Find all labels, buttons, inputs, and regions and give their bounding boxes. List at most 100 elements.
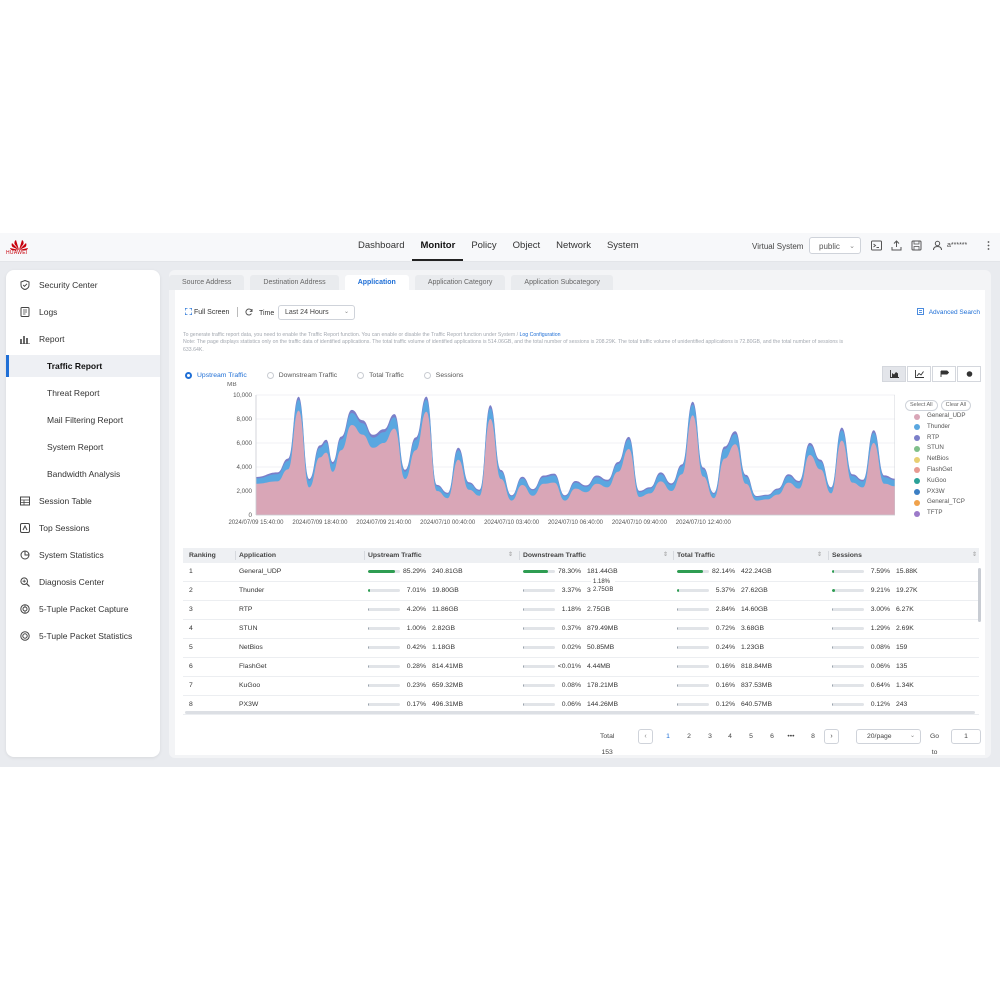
sess-percent: 9.21%	[870, 587, 890, 594]
page-6[interactable]: 6	[768, 729, 776, 745]
save-icon[interactable]	[911, 240, 922, 251]
percent-bar	[832, 570, 864, 573]
upload-icon[interactable]	[891, 240, 902, 251]
tab-source-address[interactable]: Source Address	[169, 275, 245, 290]
time-range-select[interactable]: Last 24 Hours ⌄	[278, 305, 355, 320]
nav-network[interactable]: Network	[548, 233, 599, 259]
sidebar-item-system-report[interactable]: System Report	[6, 436, 160, 458]
column-header-downstream-traffic[interactable]: Downstream Traffic	[523, 548, 586, 563]
sidebar-item-5-tuple-packet-capture[interactable]: 5-Tuple Packet Capture	[6, 598, 160, 620]
tab-application[interactable]: Application	[344, 275, 409, 290]
vertical-scrollbar[interactable]	[978, 568, 981, 622]
percent-bar-fill	[677, 570, 704, 573]
radio-upstream-traffic[interactable]: Upstream Traffic	[185, 370, 247, 380]
radio-total-traffic[interactable]: Total Traffic	[357, 370, 404, 380]
column-header-sessions[interactable]: Sessions	[832, 548, 862, 563]
table-row[interactable]: 4 STUN 1.00% 2.82GB 0.37% 879.49MB 0.72% 3.68GB…	[183, 620, 979, 639]
nav-monitor[interactable]: Monitor	[412, 233, 464, 261]
percent-bar-fill	[832, 665, 833, 668]
nav-dashboard[interactable]: Dashboard	[350, 233, 412, 259]
goto-page-input[interactable]: 1	[951, 729, 981, 744]
next-page-button[interactable]: ›	[824, 729, 839, 744]
down-percent: 0.08%	[561, 682, 581, 689]
nav-object[interactable]: Object	[505, 233, 548, 259]
top-bar: HUAWEI Dashboard Monitor Policy Object Netwo…	[0, 233, 1000, 262]
sidebar-item-diagnosis-center[interactable]: Diagnosis Center	[6, 571, 160, 593]
sort-icon[interactable]: ⇕	[663, 548, 668, 563]
prev-page-button[interactable]: ‹	[638, 729, 653, 744]
legend-label: RTP	[927, 433, 940, 441]
sidebar-item-logs[interactable]: Logs	[6, 301, 160, 323]
page-ellipsis[interactable]: •••	[787, 729, 795, 745]
table-row[interactable]: 3 RTP 4.20% 11.86GB 1.18% 2.75GB 2.84% 14.60GB 3…	[183, 601, 979, 620]
table-row[interactable]: 1 General_UDP 85.29% 240.81GB 78.30% 181.44GB…	[183, 563, 979, 582]
legend-swatch	[914, 478, 920, 485]
column-header-upstream-traffic[interactable]: Upstream Traffic	[368, 548, 422, 563]
page-4[interactable]: 4	[726, 729, 734, 745]
sidebar-item-report[interactable]: Report	[6, 328, 160, 350]
column-header-total-traffic[interactable]: Total Traffic	[677, 548, 715, 563]
legend-label: NetBios	[927, 455, 949, 463]
table-row[interactable]: 2 Thunder 7.01% 19.80GB 3.37% 3 5.37% 27.62GB 9.…	[183, 578, 979, 601]
table-row[interactable]: 6 FlashGet 0.28% 814.41MB <0.01% 4.44MB 0.16% 8…	[183, 658, 979, 677]
sidebar-item-label: Security Center	[39, 280, 98, 290]
clear-all-button[interactable]: Clear All	[940, 400, 972, 411]
total-count: Total 153	[600, 733, 615, 756]
sort-icon[interactable]: ⇕	[817, 548, 822, 563]
sidebar-item-traffic-report[interactable]: Traffic Report	[6, 355, 160, 377]
page-5[interactable]: 5	[747, 729, 755, 745]
tab-application-category[interactable]: Application Category	[414, 275, 506, 290]
sidebar-item-system-statistics[interactable]: System Statistics	[6, 544, 160, 566]
sort-icon[interactable]: ⇕	[508, 548, 513, 563]
sidebar-item-mail-filtering-report[interactable]: Mail Filtering Report	[6, 409, 160, 431]
nav-policy[interactable]: Policy	[463, 233, 504, 259]
user-icon[interactable]	[932, 240, 943, 251]
down-value: 50.85MB	[587, 644, 615, 651]
radio-circle	[357, 371, 365, 379]
more-vertical-icon[interactable]	[983, 240, 994, 251]
full-screen-button[interactable]: Full Screen	[184, 307, 229, 316]
page-3[interactable]: 3	[706, 729, 714, 745]
page-size-select[interactable]: 20/page ⌄	[856, 729, 921, 744]
sidebar-item-top-sessions[interactable]: Top Sessions	[6, 517, 160, 539]
legend-label: General_UDP	[927, 412, 966, 419]
sidebar-item-label: Session Table	[39, 496, 92, 506]
percent-bar	[832, 627, 864, 630]
bar-chart-icon[interactable]	[932, 366, 956, 382]
line-chart-icon[interactable]	[907, 366, 931, 382]
log-configuration-link[interactable]: Log Configuration	[520, 332, 561, 338]
sidebar-item-threat-report[interactable]: Threat Report	[6, 382, 160, 404]
percent-bar	[523, 646, 555, 649]
x-tick-label: 2024/07/09 15:40:00	[228, 520, 284, 526]
table-row[interactable]: 7 KuGoo 0.23% 659.32MB 0.08% 178.21MB 0.16% 837…	[183, 677, 979, 696]
terminal-icon[interactable]	[871, 240, 882, 251]
tab-destination-address[interactable]: Destination Address	[250, 275, 339, 290]
up-percent: 4.20%	[406, 606, 426, 613]
table-row[interactable]: 5 NetBios 0.42% 1.18GB 0.02% 50.85MB 0.24% 1.23…	[183, 639, 979, 658]
page-2[interactable]: 2	[685, 729, 693, 745]
value-tooltip: 1.18% 2.75GB	[591, 578, 616, 595]
page-1[interactable]: 1	[664, 729, 672, 745]
refresh-icon[interactable]	[245, 308, 253, 316]
pie-chart-icon[interactable]	[957, 366, 981, 382]
sidebar-item-session-table[interactable]: Session Table	[6, 490, 160, 512]
sidebar-item-5-tuple-packet-statistics[interactable]: 5-Tuple Packet Statistics	[6, 625, 160, 647]
sort-icon[interactable]: ⇕	[972, 548, 977, 563]
rank-cell: 1	[189, 568, 193, 575]
advanced-search-link[interactable]: Advanced Search	[916, 308, 980, 316]
tab-application-subcategory[interactable]: Application Subcategory	[511, 275, 613, 290]
sidebar-item-bandwidth-analysis[interactable]: Bandwidth Analysis	[6, 463, 160, 485]
radio-sessions[interactable]: Sessions	[423, 370, 463, 380]
up-percent: 85.29%	[402, 568, 426, 575]
radio-downstream-traffic[interactable]: Downstream Traffic	[266, 370, 337, 380]
rank-cell: 7	[189, 682, 193, 689]
virtual-system-select[interactable]: public ⌄	[809, 237, 861, 254]
username[interactable]: a******	[947, 242, 967, 249]
percent-bar-fill	[832, 589, 835, 592]
page-8[interactable]: 8	[809, 729, 817, 745]
sidebar-item-security-center[interactable]: Security Center	[6, 274, 160, 296]
nav-system[interactable]: System	[599, 233, 647, 259]
select-all-button[interactable]: Select All	[905, 400, 938, 411]
horizontal-scrollbar[interactable]	[185, 711, 975, 714]
area-chart-icon[interactable]	[882, 366, 906, 382]
